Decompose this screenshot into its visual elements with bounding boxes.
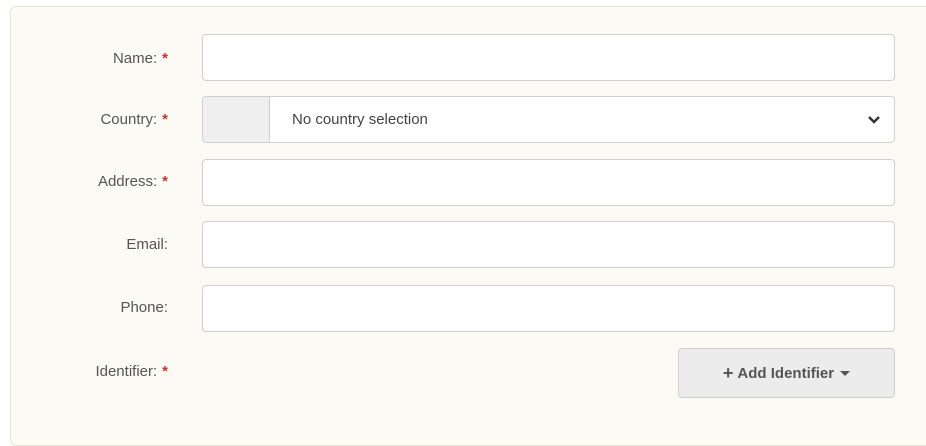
phone-label-wrap: Phone: <box>11 284 168 332</box>
address-label-text: Address: <box>97 173 158 190</box>
name-field[interactable] <box>202 34 895 81</box>
chevron-down-icon <box>854 97 894 142</box>
address-field[interactable] <box>202 159 895 206</box>
add-identifier-label: Add Identifier <box>737 364 835 382</box>
address-label: Address: * <box>98 158 168 206</box>
required-mark: * <box>162 111 168 128</box>
identifier-label-text: Identifier: <box>95 363 158 380</box>
country-label: Country: * <box>100 96 168 144</box>
country-flag-box <box>203 97 270 142</box>
address-label-wrap: Address: * <box>11 158 168 206</box>
email-label: Email: <box>126 236 168 253</box>
country-label-text: Country: <box>100 111 158 128</box>
required-mark: * <box>162 363 168 380</box>
phone-field[interactable] <box>202 285 895 332</box>
name-label: Name: * <box>113 35 168 83</box>
country-select[interactable]: No country selection <box>202 96 895 143</box>
form-panel: Name: * Country: * No country selection Ad… <box>10 6 926 446</box>
country-selected-value: No country selection <box>292 111 428 128</box>
name-label-wrap: Name: * <box>11 35 168 83</box>
name-label-text: Name: <box>112 50 158 67</box>
add-identifier-button[interactable]: + Add Identifier <box>678 348 895 398</box>
country-label-wrap: Country: * <box>11 96 168 144</box>
required-mark: * <box>162 50 168 67</box>
identifier-label: Identifier: * <box>95 348 168 396</box>
phone-label: Phone: <box>120 299 168 316</box>
required-mark: * <box>162 173 168 190</box>
email-field[interactable] <box>202 221 895 268</box>
email-label-wrap: Email: <box>11 221 168 269</box>
caret-down-icon <box>840 370 851 376</box>
plus-icon: + <box>722 362 734 383</box>
identifier-label-wrap: Identifier: * <box>11 348 168 396</box>
